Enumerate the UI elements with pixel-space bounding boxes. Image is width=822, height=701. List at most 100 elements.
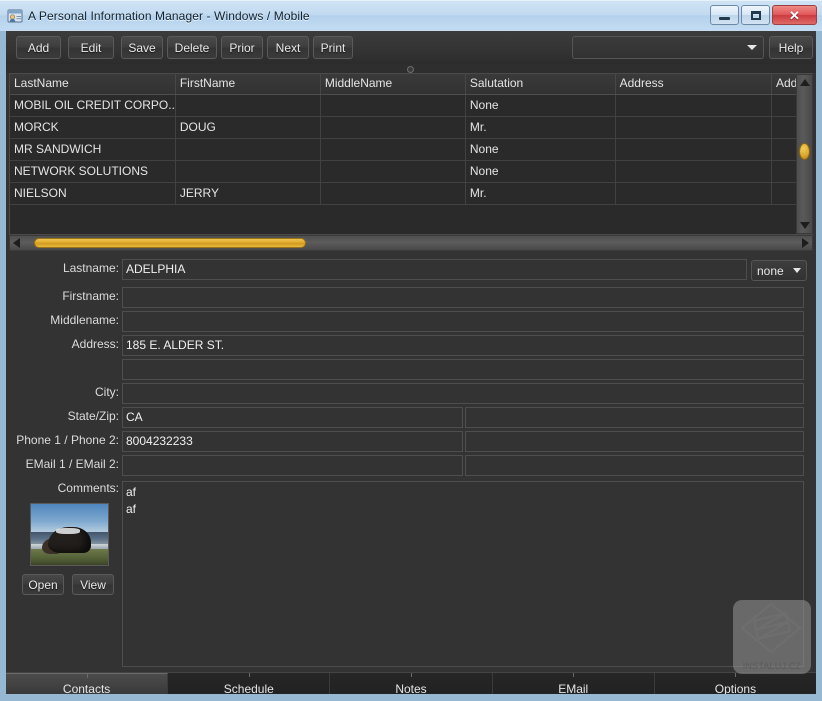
lastname-input[interactable]: ADELPHIA <box>122 259 747 280</box>
save-button-label: Save <box>128 41 155 55</box>
tab-tick-icon <box>735 673 736 677</box>
tab-bar: Contacts Schedule Notes EMail Options <box>6 672 816 694</box>
tab-notes[interactable]: Notes <box>330 673 492 694</box>
cell-address <box>616 183 772 204</box>
tab-tick-icon <box>87 674 88 678</box>
add-button-label: Add <box>28 41 49 55</box>
cell-firstname <box>176 139 321 160</box>
open-photo-button-label: Open <box>28 578 57 592</box>
city-row: City: <box>6 383 816 405</box>
address2-row <box>6 359 816 381</box>
column-header-firstname[interactable]: FirstName <box>176 74 321 94</box>
help-button[interactable]: Help <box>769 36 813 59</box>
edit-button[interactable]: Edit <box>68 36 114 59</box>
firstname-label: Firstname: <box>7 289 119 303</box>
contact-photo[interactable] <box>30 503 109 566</box>
print-button[interactable]: Print <box>313 36 353 59</box>
cell-salutation: None <box>466 161 616 182</box>
cell-firstname: JERRY <box>176 183 321 204</box>
cell-address <box>616 161 772 182</box>
close-button[interactable]: ✕ <box>772 5 817 25</box>
address-line1-input[interactable]: 185 E. ALDER ST. <box>122 335 804 356</box>
comments-label: Comments: <box>7 481 119 495</box>
tab-options-label: Options <box>715 682 756 695</box>
middlename-row: Middlename: <box>6 311 816 333</box>
view-photo-button[interactable]: View <box>72 574 114 595</box>
tab-schedule-label: Schedule <box>224 682 274 695</box>
comments-textarea[interactable]: af af <box>122 481 804 667</box>
save-button[interactable]: Save <box>121 36 163 59</box>
table-row[interactable]: NIELSON JERRY Mr. <box>10 183 812 205</box>
scroll-right-icon[interactable] <box>802 238 809 248</box>
address-label: Address: <box>7 337 119 351</box>
cell-firstname: DOUG <box>176 117 321 138</box>
cell-lastname: NIELSON <box>10 183 176 204</box>
photo-birds <box>56 528 79 533</box>
zip-input[interactable] <box>465 407 804 428</box>
phone2-input[interactable] <box>465 431 804 452</box>
table-row[interactable]: MOBIL OIL CREDIT CORPO... None <box>10 95 812 117</box>
next-button[interactable]: Next <box>267 36 309 59</box>
tab-contacts[interactable]: Contacts <box>6 673 168 694</box>
grid-horizontal-scrollbar[interactable] <box>9 235 813 251</box>
salutation-combo-value: none <box>757 264 793 278</box>
splitter-grip-icon[interactable] <box>407 66 414 73</box>
state-zip-label: State/Zip: <box>7 409 119 423</box>
window-controls: ✕ <box>710 5 817 25</box>
column-header-salutation[interactable]: Salutation <box>466 74 616 94</box>
window-title: A Personal Information Manager - Windows… <box>28 9 310 23</box>
tab-email[interactable]: EMail <box>493 673 655 694</box>
edit-button-label: Edit <box>81 41 102 55</box>
maximize-button[interactable] <box>741 5 770 25</box>
splitter-row[interactable] <box>6 64 816 73</box>
email2-input[interactable] <box>465 455 804 476</box>
next-button-label: Next <box>276 41 301 55</box>
phone-row: Phone 1 / Phone 2: 8004232233 <box>6 431 816 453</box>
contacts-grid[interactable]: LastName FirstName MiddleName Salutation… <box>9 73 813 235</box>
firstname-input[interactable] <box>122 287 804 308</box>
help-button-label: Help <box>779 41 804 55</box>
cell-middlename <box>321 95 466 116</box>
application-window: A Personal Information Manager - Windows… <box>0 0 822 701</box>
add-button[interactable]: Add <box>16 36 61 59</box>
middlename-input[interactable] <box>122 311 804 332</box>
table-row[interactable]: NETWORK SOLUTIONS None <box>10 161 812 183</box>
tab-schedule[interactable]: Schedule <box>168 673 330 694</box>
prior-button[interactable]: Prior <box>221 36 263 59</box>
cell-salutation: Mr. <box>466 117 616 138</box>
scroll-left-icon[interactable] <box>13 238 20 248</box>
phone1-input[interactable]: 8004232233 <box>122 431 463 452</box>
column-header-address[interactable]: Address <box>616 74 772 94</box>
lastname-label: Lastname: <box>7 261 119 275</box>
table-row[interactable]: MR SANDWICH None <box>10 139 812 161</box>
grid-body: MOBIL OIL CREDIT CORPO... None MORCK DOU… <box>10 95 812 205</box>
cell-address <box>616 139 772 160</box>
state-input[interactable]: CA <box>122 407 463 428</box>
title-bar[interactable]: A Personal Information Manager - Windows… <box>0 0 822 31</box>
scroll-down-icon[interactable] <box>800 222 810 229</box>
city-input[interactable] <box>122 383 804 404</box>
tab-notes-label: Notes <box>395 682 426 695</box>
minimize-icon <box>719 17 730 20</box>
maximize-icon <box>751 11 761 20</box>
tab-tick-icon <box>573 673 574 677</box>
grid-vertical-scrollbar[interactable] <box>796 74 813 234</box>
horizontal-scroll-thumb[interactable] <box>34 238 306 248</box>
salutation-combo[interactable]: none <box>751 260 807 281</box>
table-row[interactable]: MORCK DOUG Mr. <box>10 117 812 139</box>
chevron-down-icon <box>793 268 801 273</box>
toolbar: Add Edit Save Delete Prior Next Print He… <box>6 31 816 65</box>
column-header-lastname[interactable]: LastName <box>10 74 176 94</box>
address-line2-input[interactable] <box>122 359 804 380</box>
column-header-middlename[interactable]: MiddleName <box>321 74 466 94</box>
open-photo-button[interactable]: Open <box>22 574 64 595</box>
email1-input[interactable] <box>122 455 463 476</box>
delete-button[interactable]: Delete <box>167 36 217 59</box>
vertical-scroll-thumb[interactable] <box>799 143 810 160</box>
search-combo[interactable] <box>572 36 764 59</box>
cell-lastname: MORCK <box>10 117 176 138</box>
minimize-button[interactable] <box>710 5 739 25</box>
tab-options[interactable]: Options <box>655 673 816 694</box>
scroll-up-icon[interactable] <box>800 79 810 86</box>
delete-button-label: Delete <box>175 41 210 55</box>
